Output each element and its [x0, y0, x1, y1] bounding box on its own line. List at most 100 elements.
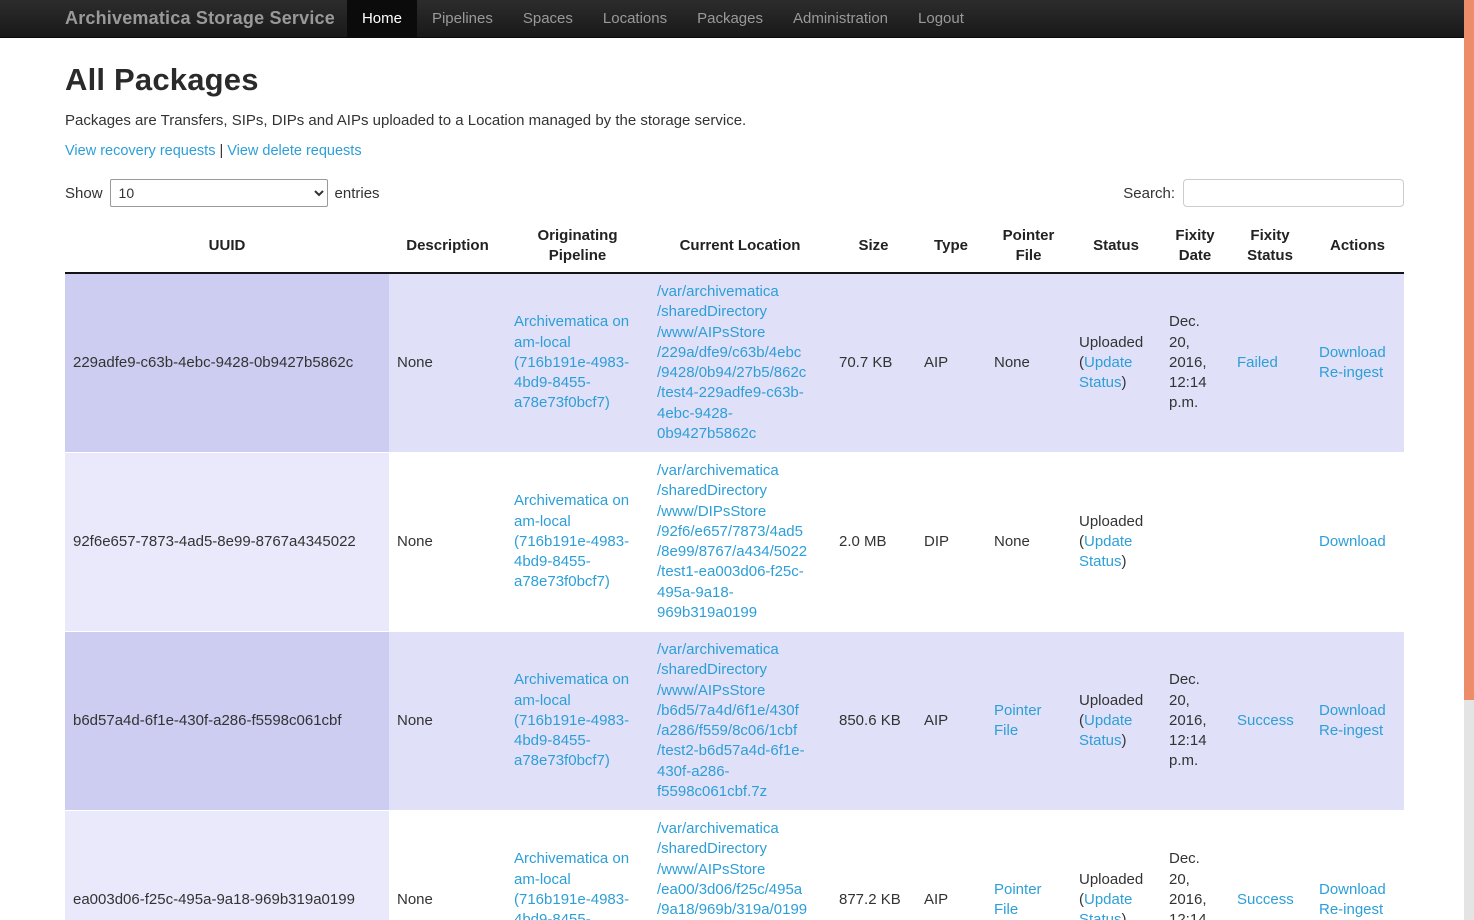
originating-pipeline-cell: Archivematica on am-local (716b191e-4983… — [506, 453, 649, 632]
nav-item-logout[interactable]: Logout — [903, 0, 979, 37]
uuid-cell: 229adfe9-c63b-4ebc-9428-0b9427b5862c — [65, 273, 389, 453]
scrollbar-track[interactable] — [1464, 0, 1474, 920]
size-cell: 70.7 KB — [831, 273, 916, 453]
package-row: ea003d06-f25c-495a-9a18-969b319a0199None… — [65, 811, 1404, 920]
current-location-link[interactable]: /var/archivematica /sharedDirectory /www… — [657, 820, 807, 920]
view-recovery-requests-link[interactable]: View recovery requests — [65, 143, 215, 159]
status-cell: Uploaded (Update Status) — [1071, 273, 1161, 453]
fixity-status-cell — [1229, 453, 1311, 632]
packages-table: UUIDDescriptionOriginating PipelineCurre… — [65, 221, 1404, 920]
nav-items: HomePipelinesSpacesLocationsPackagesAdmi… — [347, 0, 979, 37]
navbar: Archivematica Storage Service HomePipeli… — [0, 0, 1474, 38]
pipeline-link[interactable]: Archivematica on am-local (716b191e-4983… — [514, 313, 629, 411]
col-header-pointer-file[interactable]: Pointer File — [986, 221, 1071, 273]
actions-cell: DownloadRe-ingest — [1311, 811, 1404, 920]
col-header-fixity-date[interactable]: Fixity Date — [1161, 221, 1229, 273]
status-cell: Uploaded (Update Status) — [1071, 453, 1161, 632]
fixity-status-cell: Success — [1229, 632, 1311, 811]
originating-pipeline-cell: Archivematica on am-local (716b191e-4983… — [506, 811, 649, 920]
download-link[interactable]: Download — [1319, 532, 1396, 552]
download-link[interactable]: Download — [1319, 343, 1396, 363]
pointer-file-cell: None — [986, 453, 1071, 632]
col-header-description[interactable]: Description — [389, 221, 506, 273]
update-status-link[interactable]: Update Status — [1079, 533, 1132, 570]
type-cell: AIP — [916, 273, 986, 453]
table-body: 229adfe9-c63b-4ebc-9428-0b9427b5862cNone… — [65, 273, 1404, 920]
current-location-link[interactable]: /var/archivematica /sharedDirectory /www… — [657, 641, 805, 800]
fixity-date-cell: Dec. 20, 2016, 12:14 p.m. — [1161, 273, 1229, 453]
col-header-fixity-status[interactable]: Fixity Status — [1229, 221, 1311, 273]
current-location-link[interactable]: /var/archivematica /sharedDirectory /www… — [657, 462, 807, 621]
package-row: 229adfe9-c63b-4ebc-9428-0b9427b5862cNone… — [65, 273, 1404, 453]
page-size-select[interactable]: 10 — [110, 179, 328, 207]
pointer-file-cell: Pointer File — [986, 632, 1071, 811]
table-controls: Show 10 entries Search: — [65, 179, 1404, 207]
update-status-link[interactable]: Update Status — [1079, 712, 1132, 749]
pointer-file-link[interactable]: Pointer File — [994, 702, 1042, 739]
nav-item-packages[interactable]: Packages — [682, 0, 778, 37]
pointer-file-cell: Pointer File — [986, 811, 1071, 920]
fixity-status-link[interactable]: Failed — [1237, 354, 1278, 371]
fixity-date-cell: Dec. 20, 2016, 12:14 p.m. — [1161, 811, 1229, 920]
uuid-cell: b6d57a4d-6f1e-430f-a286-f5598c061cbf — [65, 632, 389, 811]
originating-pipeline-cell: Archivematica on am-local (716b191e-4983… — [506, 273, 649, 453]
pipeline-link[interactable]: Archivematica on am-local (716b191e-4983… — [514, 671, 629, 769]
re-ingest-link[interactable]: Re-ingest — [1319, 721, 1396, 741]
pipeline-link[interactable]: Archivematica on am-local (716b191e-4983… — [514, 492, 629, 590]
description-cell: None — [389, 632, 506, 811]
actions-cell: Download — [1311, 453, 1404, 632]
page-description: Packages are Transfers, SIPs, DIPs and A… — [65, 112, 1404, 129]
col-header-size[interactable]: Size — [831, 221, 916, 273]
status-cell: Uploaded (Update Status) — [1071, 632, 1161, 811]
download-link[interactable]: Download — [1319, 701, 1396, 721]
col-header-type[interactable]: Type — [916, 221, 986, 273]
main-content: All Packages Packages are Transfers, SIP… — [65, 62, 1404, 920]
search-input[interactable] — [1183, 179, 1404, 207]
package-row: b6d57a4d-6f1e-430f-a286-f5598c061cbfNone… — [65, 632, 1404, 811]
col-header-uuid[interactable]: UUID — [65, 221, 389, 273]
brand-title: Archivematica Storage Service — [65, 0, 335, 37]
col-header-status[interactable]: Status — [1071, 221, 1161, 273]
nav-item-spaces[interactable]: Spaces — [508, 0, 588, 37]
re-ingest-link[interactable]: Re-ingest — [1319, 363, 1396, 383]
current-location-cell: /var/archivematica /sharedDirectory /www… — [649, 273, 831, 453]
size-cell: 2.0 MB — [831, 453, 916, 632]
nav-item-pipelines[interactable]: Pipelines — [417, 0, 508, 37]
scrollbar-thumb[interactable] — [1464, 0, 1474, 700]
size-cell: 877.2 KB — [831, 811, 916, 920]
view-delete-requests-link[interactable]: View delete requests — [227, 143, 361, 159]
nav-item-home[interactable]: Home — [347, 0, 417, 37]
show-label: Show — [65, 185, 103, 202]
actions-cell: DownloadRe-ingest — [1311, 632, 1404, 811]
description-cell: None — [389, 273, 506, 453]
current-location-cell: /var/archivematica /sharedDirectory /www… — [649, 632, 831, 811]
fixity-status-link[interactable]: Success — [1237, 712, 1294, 729]
pipeline-link[interactable]: Archivematica on am-local (716b191e-4983… — [514, 850, 629, 920]
pointer-file-link[interactable]: Pointer File — [994, 881, 1042, 918]
fixity-status-cell: Success — [1229, 811, 1311, 920]
current-location-cell: /var/archivematica /sharedDirectory /www… — [649, 453, 831, 632]
fixity-date-cell: Dec. 20, 2016, 12:14 p.m. — [1161, 632, 1229, 811]
download-link[interactable]: Download — [1319, 880, 1396, 900]
uuid-cell: ea003d06-f25c-495a-9a18-969b319a0199 — [65, 811, 389, 920]
originating-pipeline-cell: Archivematica on am-local (716b191e-4983… — [506, 632, 649, 811]
pointer-file-cell: None — [986, 273, 1071, 453]
search-label: Search: — [1123, 185, 1175, 202]
description-cell: None — [389, 453, 506, 632]
status-cell: Uploaded (Update Status) — [1071, 811, 1161, 920]
col-header-actions[interactable]: Actions — [1311, 221, 1404, 273]
table-header-row: UUIDDescriptionOriginating PipelineCurre… — [65, 221, 1404, 273]
col-header-current-location[interactable]: Current Location — [649, 221, 831, 273]
col-header-originating-pipeline[interactable]: Originating Pipeline — [506, 221, 649, 273]
re-ingest-link[interactable]: Re-ingest — [1319, 900, 1396, 920]
current-location-link[interactable]: /var/archivematica /sharedDirectory /www… — [657, 283, 806, 442]
link-separator: | — [219, 143, 223, 159]
size-cell: 850.6 KB — [831, 632, 916, 811]
nav-item-locations[interactable]: Locations — [588, 0, 682, 37]
actions-cell: DownloadRe-ingest — [1311, 273, 1404, 453]
nav-item-administration[interactable]: Administration — [778, 0, 903, 37]
update-status-link[interactable]: Update Status — [1079, 891, 1132, 920]
update-status-link[interactable]: Update Status — [1079, 354, 1132, 391]
fixity-status-link[interactable]: Success — [1237, 891, 1294, 908]
search-box: Search: — [1123, 179, 1404, 207]
